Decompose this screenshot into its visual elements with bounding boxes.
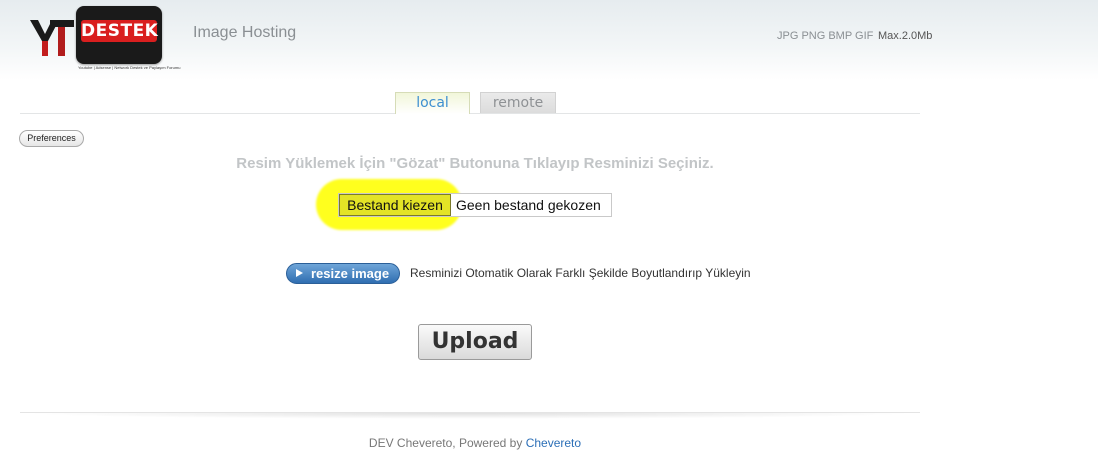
max-file-size: Max.2.0Mb: [878, 30, 933, 42]
footer: DEV Chevereto, Powered by Chevereto: [0, 436, 950, 450]
allowed-formats: JPG PNG BMP GIF: [777, 30, 874, 42]
site-logo[interactable]: DESTEK Youtube | Adsense | Network Deste…: [28, 6, 181, 74]
play-icon: [296, 269, 303, 277]
footer-text: DEV Chevereto, Powered by: [368, 436, 523, 450]
footer-shadow: [20, 413, 920, 419]
logo-tagline: Youtube | Adsense | Network Destek ve Pa…: [78, 65, 181, 70]
tabs-divider: [20, 113, 920, 114]
resize-button-label: resize image: [311, 266, 390, 281]
upload-instruction: Resim Yüklemek İçin "Gözat" Butonuna Tık…: [236, 155, 714, 172]
yt-logo-icon: [30, 20, 74, 56]
preferences-button[interactable]: Preferences: [19, 130, 84, 147]
file-status-text: Geen bestand gekozen: [456, 197, 601, 213]
upload-button[interactable]: Upload: [418, 324, 532, 360]
resize-image-button[interactable]: resize image: [286, 263, 400, 284]
tab-remote[interactable]: remote: [480, 92, 556, 113]
choose-file-button[interactable]: Bestand kiezen: [339, 194, 451, 216]
resize-description: Resminizi Otomatik Olarak Farklı Şekilde…: [410, 266, 751, 280]
logo-badge: DESTEK: [76, 6, 162, 64]
chevereto-link[interactable]: Chevereto: [526, 436, 581, 450]
logo-text: DESTEK: [81, 20, 159, 42]
app-title: Image Hosting: [193, 24, 297, 41]
tab-local[interactable]: local: [395, 92, 470, 114]
